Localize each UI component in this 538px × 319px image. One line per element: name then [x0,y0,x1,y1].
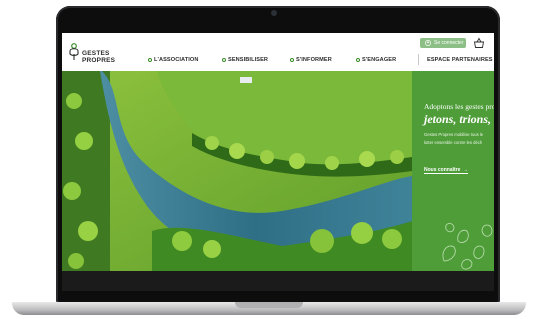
leaf-pattern [442,223,493,270]
hero-panel: Adoptons les gestes pro jetons, trions, … [412,71,494,271]
logo-text[interactable]: GESTES PROPRES [82,50,115,64]
camera [271,10,277,16]
logo-icon[interactable] [66,41,82,63]
login-button[interactable]: Se connecter [420,38,466,48]
hero-body-line1: Gestes Propres mobilise tous le [424,132,484,137]
aerial-river-photo [62,71,412,271]
hero-subtitle: jetons, trions, r [424,112,494,126]
nav-item-informer[interactable]: S'INFORMER [290,57,332,63]
login-label: Se connecter [434,40,464,46]
page-bottom-strip [62,271,494,291]
nav-dot-icon [356,58,360,62]
site-header: GESTES PROPRES L'ASSOCIATION SENSIBILISE… [62,33,494,71]
user-icon [425,40,431,46]
nav-label: S'INFORMER [296,57,332,63]
nav-item-engager[interactable]: S'ENGAGER [356,57,396,63]
nav-label: SENSIBILISER [228,57,269,63]
nav-dot-icon [148,58,152,62]
nav-item-partenaires[interactable]: ESPACE PARTENAIRES [427,57,493,63]
discover-link-label: Nous connaître [424,167,461,173]
nav-dot-icon [290,58,294,62]
hero-title: Adoptons les gestes pro [424,102,494,111]
screen: GESTES PROPRES L'ASSOCIATION SENSIBILISE… [62,33,494,291]
laptop-notch [235,302,303,308]
nav-divider [418,54,419,65]
nav-item-association[interactable]: L'ASSOCIATION [148,57,198,63]
nav-item-sensibiliser[interactable]: SENSIBILISER [222,57,268,63]
nav-label: S'ENGAGER [362,57,397,63]
hero-body-line2: lutter ensemble contre les déch [424,140,483,145]
arrow-right-icon: → [461,167,469,173]
logo-line1: GESTES [82,50,110,57]
nav-label: L'ASSOCIATION [154,57,199,63]
nav-dot-icon [222,58,226,62]
logo-line2: PROPRES [82,57,116,64]
hero-body: Gestes Propres mobilise tous le lutter e… [424,131,494,147]
hero-image [62,71,412,271]
basket-icon[interactable] [473,37,485,49]
discover-link[interactable]: Nous connaître → [424,167,469,174]
nav-label: ESPACE PARTENAIRES [427,57,493,63]
